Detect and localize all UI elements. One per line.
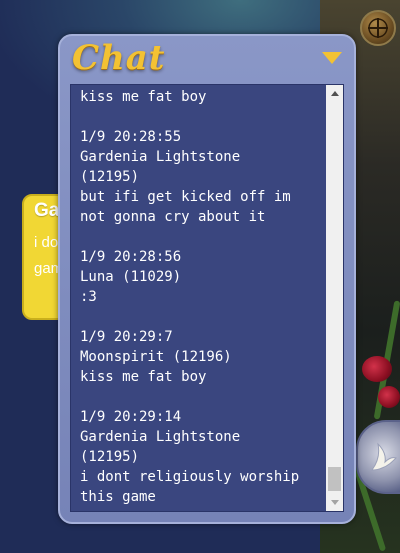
- chat-line: this game: [80, 489, 156, 505]
- chat-line: i dont religiously worship: [80, 469, 300, 485]
- chat-title: Chat: [72, 38, 166, 78]
- chat-scrollbar[interactable]: [326, 85, 343, 511]
- speech-card-line: i do: [34, 234, 59, 251]
- chat-messages: kiss me fat boy 1/9 20:28:55 Gardenia Ligh…: [80, 87, 320, 507]
- chat-spacer: [80, 307, 320, 327]
- chat-panel: Chat kiss me fat boy 1/9 20:28:55 Gardenia…: [58, 34, 356, 524]
- chat-line: :3: [80, 289, 97, 305]
- chevron-up-icon: [330, 91, 339, 96]
- chat-line: kiss me fat boy: [80, 89, 207, 105]
- chevron-down-icon: [330, 500, 339, 505]
- chat-line: 1/9 20:28:55: [80, 129, 182, 145]
- chat-line: but ifi get kicked off im: [80, 189, 291, 205]
- chat-line: (12195): [80, 449, 140, 465]
- rose: [362, 356, 392, 382]
- compass-button[interactable]: [360, 10, 396, 46]
- chat-spacer: [80, 387, 320, 407]
- bird-icon: [371, 442, 397, 471]
- chat-spacer: [80, 107, 320, 127]
- chat-spacer: [80, 227, 320, 247]
- chat-line: kiss me fat boy: [80, 369, 207, 385]
- compass-icon: [368, 18, 388, 38]
- dove-button[interactable]: [356, 420, 400, 494]
- chat-line: 1/9 20:29:14: [80, 409, 182, 425]
- chat-line: Moonspirit (12196): [80, 349, 232, 365]
- chat-line: Gardenia Lightstone: [80, 429, 241, 445]
- scroll-up-button[interactable]: [326, 85, 343, 102]
- chat-line: Luna (11029): [80, 269, 182, 285]
- speech-card-name: Ga: [34, 200, 60, 221]
- chat-line: Gardenia Lightstone: [80, 149, 241, 165]
- scroll-down-button[interactable]: [326, 494, 343, 511]
- chat-log[interactable]: kiss me fat boy 1/9 20:28:55 Gardenia Ligh…: [70, 84, 344, 512]
- chat-line: 1/9 20:28:56: [80, 249, 182, 265]
- chat-line: 1/9 20:29:7: [80, 329, 173, 345]
- chat-line: not gonna cry about it: [80, 209, 266, 225]
- rose: [378, 386, 400, 408]
- scroll-thumb[interactable]: [328, 467, 341, 491]
- chat-line: (12195): [80, 169, 140, 185]
- triangle-down-icon[interactable]: [322, 52, 342, 64]
